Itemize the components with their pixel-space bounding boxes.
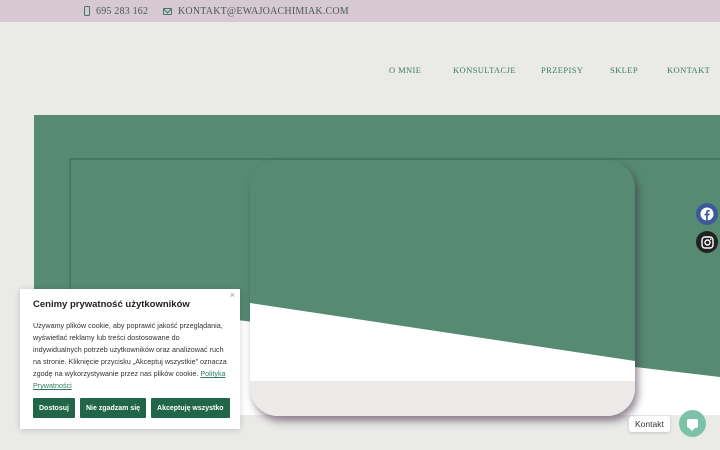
nav-item-konsultacje[interactable]: KONSULTACJE [453, 65, 516, 75]
phone-icon [84, 6, 90, 16]
instagram-link[interactable] [696, 231, 718, 253]
top-bar: 695 283 162 KONTAKT@EWAJOACHIMIAK.COM [0, 0, 720, 22]
mail-icon [163, 7, 172, 15]
contact-widget-label[interactable]: Kontakt [629, 416, 670, 432]
phone-number: 695 283 162 [96, 5, 149, 17]
cookie-reject-button[interactable]: Nie zgadzam się [79, 398, 147, 418]
nav-item-sklep[interactable]: SKLEP [610, 65, 638, 75]
facebook-icon [700, 207, 714, 221]
topbar-phone[interactable]: 695 283 162 [84, 0, 148, 22]
main-nav: O MNIE KONSULTACJE PRZEPISY SKLEP KONTAK… [0, 65, 720, 77]
email-address: KONTAKT@EWAJOACHIMIAK.COM [178, 5, 349, 17]
facebook-link[interactable] [696, 203, 718, 225]
cookie-accept-button[interactable]: Akceptuję wszystko [151, 398, 230, 418]
cookie-close-button[interactable]: × [230, 290, 235, 300]
chat-icon [687, 419, 698, 431]
topbar-email[interactable]: KONTAKT@EWAJOACHIMIAK.COM [163, 0, 349, 22]
hero-image-frame [250, 160, 635, 416]
cookie-title: Cenimy prywatność użytkowników [33, 299, 190, 310]
nav-item-kontakt[interactable]: KONTAKT [667, 65, 710, 75]
cookie-buttons: Dostosuj Nie zgadzam się Akceptuję wszys… [33, 398, 230, 418]
cookie-body: Używamy plików cookie, aby poprawić jako… [33, 321, 227, 378]
instagram-icon [700, 235, 714, 249]
cookie-text: Używamy plików cookie, aby poprawić jako… [33, 320, 227, 392]
cookie-consent-banner: × Cenimy prywatność użytkowników Używamy… [20, 289, 240, 429]
nav-item-przepisy[interactable]: PRZEPISY [541, 65, 583, 75]
cookie-customize-button[interactable]: Dostosuj [33, 398, 75, 418]
hero-image-placeholder [250, 303, 635, 416]
nav-item-o-mnie[interactable]: O MNIE [389, 65, 421, 75]
contact-widget-button[interactable] [679, 410, 706, 437]
